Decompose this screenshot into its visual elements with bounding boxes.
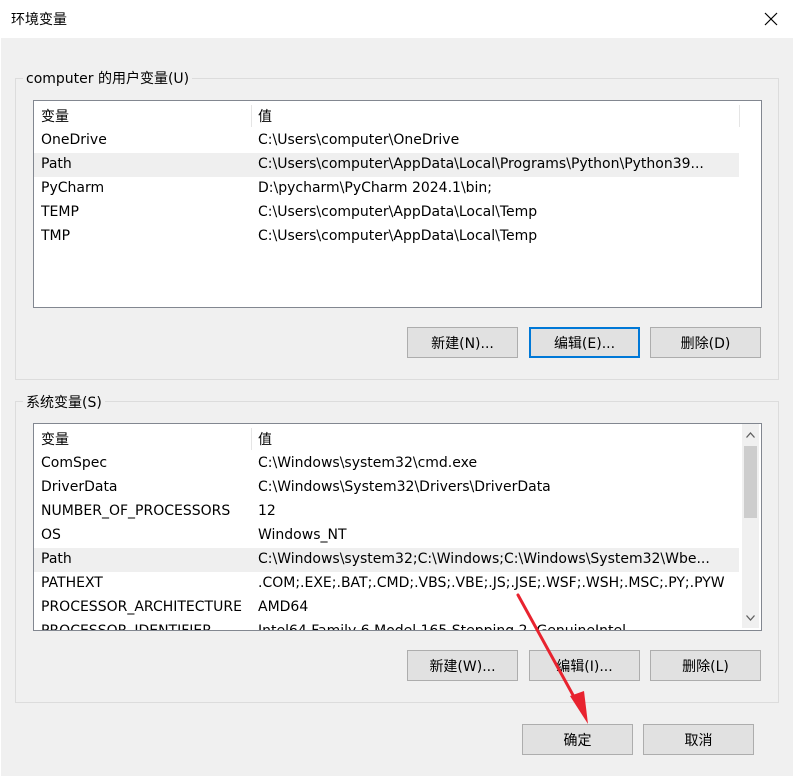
- var-name: Path: [41, 551, 72, 567]
- table-row[interactable]: OS Windows_NT: [34, 524, 761, 548]
- table-row[interactable]: PROCESSOR_IDENTIFIER Intel64 Family 6 Mo…: [34, 620, 761, 631]
- table-row[interactable]: PATHEXT .COM;.EXE;.BAT;.CMD;.VBS;.VBE;.J…: [34, 572, 761, 596]
- var-value: C:\Users\computer\AppData\Local\Programs…: [258, 156, 704, 172]
- table-row-selected[interactable]: Path C:\Users\computer\AppData\Local\Pro…: [34, 153, 739, 177]
- table-row[interactable]: TMP C:\Users\computer\AppData\Local\Temp: [34, 225, 761, 249]
- var-value: Intel64 Family 6 Model 165 Stepping 2, G…: [258, 623, 627, 631]
- var-value: Windows_NT: [258, 527, 347, 543]
- window-title: 环境变量: [11, 12, 67, 28]
- system-vars-header: 变量 值: [34, 424, 761, 452]
- user-vars-list[interactable]: 变量 值 OneDrive C:\Users\computer\OneDrive…: [33, 100, 762, 308]
- var-name: OneDrive: [41, 132, 107, 148]
- system-edit-button[interactable]: 编辑(I)...: [529, 650, 640, 681]
- var-name: NUMBER_OF_PROCESSORS: [41, 503, 231, 519]
- var-name: DriverData: [41, 479, 118, 495]
- dialog-body: computer 的用户变量(U) 变量 值 OneDrive C:\Users…: [1, 38, 793, 776]
- column-header-variable[interactable]: 变量: [41, 429, 69, 449]
- ok-button[interactable]: 确定: [522, 724, 633, 755]
- table-row[interactable]: DriverData C:\Windows\System32\Drivers\D…: [34, 476, 761, 500]
- system-vars-list[interactable]: 变量 值 ComSpec C:\Windows\system32\cmd.exe…: [33, 423, 762, 631]
- table-row[interactable]: PyCharm D:\pycharm\PyCharm 2024.1\bin;: [34, 177, 761, 201]
- var-value: C:\Users\computer\AppData\Local\Temp: [258, 228, 538, 244]
- column-separator[interactable]: [251, 428, 252, 450]
- cancel-button[interactable]: 取消: [643, 724, 754, 755]
- user-vars-header: 变量 值: [34, 101, 761, 129]
- user-new-button[interactable]: 新建(N)...: [407, 327, 518, 358]
- scroll-thumb[interactable]: [744, 446, 757, 518]
- scroll-down-icon: [746, 614, 755, 621]
- var-value: C:\Windows\system32\cmd.exe: [258, 455, 478, 471]
- var-value: C:\Users\computer\OneDrive: [258, 132, 460, 148]
- table-row-selected[interactable]: Path C:\Windows\system32;C:\Windows;C:\W…: [34, 548, 739, 572]
- table-row[interactable]: NUMBER_OF_PROCESSORS 12: [34, 500, 761, 524]
- system-vars-label: 系统变量(S): [23, 392, 105, 412]
- var-name: OS: [41, 527, 61, 543]
- var-name: Path: [41, 156, 72, 172]
- column-header-variable[interactable]: 变量: [41, 106, 69, 126]
- var-name: PROCESSOR_IDENTIFIER: [41, 623, 212, 631]
- column-separator[interactable]: [251, 105, 252, 127]
- var-name: PyCharm: [41, 180, 105, 196]
- title-bar: 环境变量: [0, 0, 794, 38]
- var-value: C:\Users\computer\AppData\Local\Temp: [258, 204, 538, 220]
- scroll-up-button[interactable]: [742, 426, 759, 443]
- var-value: C:\Windows\system32;C:\Windows;C:\Window…: [258, 551, 710, 567]
- var-value: D:\pycharm\PyCharm 2024.1\bin;: [258, 180, 493, 196]
- table-row[interactable]: TEMP C:\Users\computer\AppData\Local\Tem…: [34, 201, 761, 225]
- user-delete-button[interactable]: 删除(D): [650, 327, 761, 358]
- user-vars-label: computer 的用户变量(U): [23, 68, 193, 88]
- scroll-up-icon: [746, 431, 755, 438]
- var-name: PROCESSOR_ARCHITECTURE: [41, 599, 242, 615]
- var-name: TMP: [41, 228, 71, 244]
- column-header-value[interactable]: 值: [258, 429, 272, 449]
- var-name: TEMP: [41, 204, 79, 220]
- table-row[interactable]: PROCESSOR_ARCHITECTURE AMD64: [34, 596, 761, 620]
- var-name: ComSpec: [41, 455, 108, 471]
- column-separator[interactable]: [739, 105, 740, 127]
- user-edit-button[interactable]: 编辑(E)...: [529, 327, 640, 358]
- var-value: .COM;.EXE;.BAT;.CMD;.VBS;.VBE;.JS;.JSE;.…: [258, 575, 725, 591]
- scroll-down-button[interactable]: [742, 609, 759, 626]
- column-header-value[interactable]: 值: [258, 106, 272, 126]
- close-button[interactable]: [748, 0, 794, 38]
- system-delete-button[interactable]: 删除(L): [650, 650, 761, 681]
- close-icon: [764, 12, 778, 26]
- var-value: 12: [258, 503, 276, 519]
- var-name: PATHEXT: [41, 575, 103, 591]
- system-vars-scrollbar[interactable]: [742, 424, 759, 628]
- var-value: AMD64: [258, 599, 309, 615]
- system-new-button[interactable]: 新建(W)...: [407, 650, 518, 681]
- table-row[interactable]: OneDrive C:\Users\computer\OneDrive: [34, 129, 761, 153]
- table-row[interactable]: ComSpec C:\Windows\system32\cmd.exe: [34, 452, 761, 476]
- var-value: C:\Windows\System32\Drivers\DriverData: [258, 479, 551, 495]
